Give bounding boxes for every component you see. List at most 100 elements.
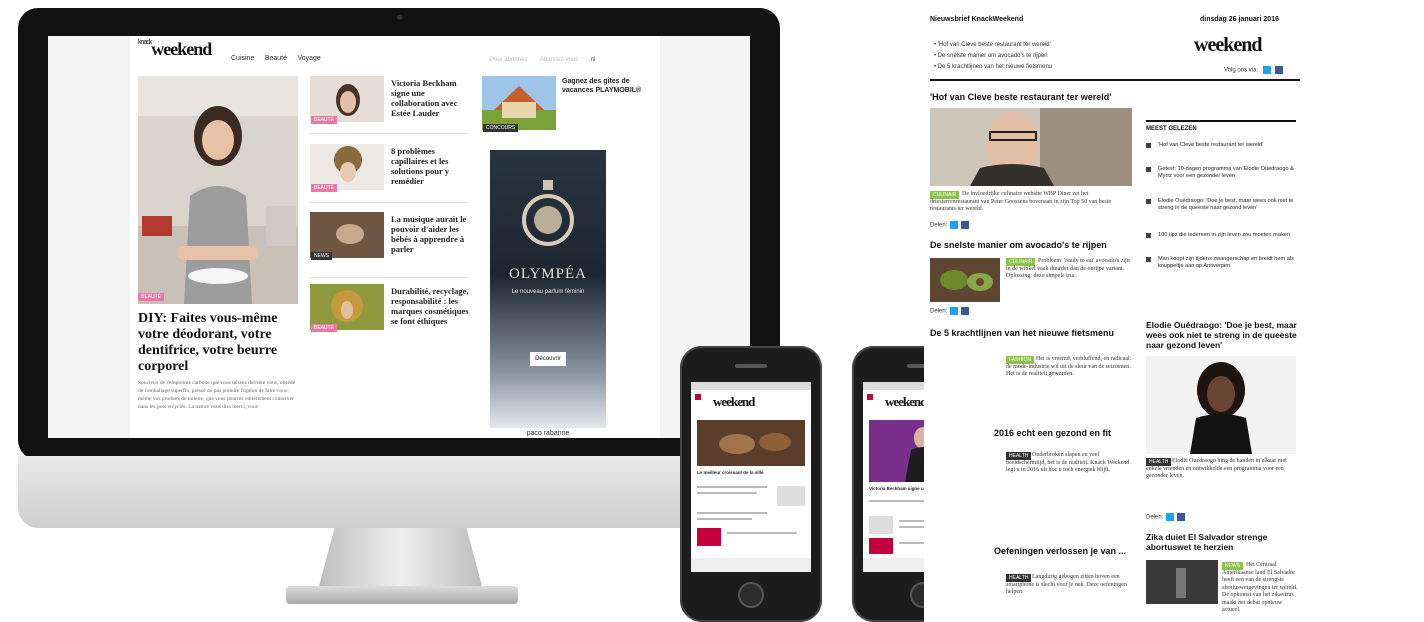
feature-image[interactable] bbox=[138, 76, 298, 304]
ad-subtitle: Le nouveau parfum féminin bbox=[511, 289, 585, 295]
phone-left-hero-image[interactable] bbox=[697, 420, 805, 466]
fiets-body: Het is vreemd, verbluffend, en radicaal:… bbox=[1006, 356, 1132, 377]
twitter-icon[interactable] bbox=[950, 307, 959, 315]
avocado-body: Probleem: 'ready to eat' avocado's zijn … bbox=[1006, 258, 1130, 279]
subscribe-link[interactable]: Abonnez-vous bbox=[540, 57, 578, 63]
nav-voyage[interactable]: Voyage bbox=[297, 55, 320, 62]
feature-tag[interactable]: BEAUTÉ bbox=[138, 293, 165, 301]
newsletter-date: dinsdag 26 januari 2016 bbox=[1200, 16, 1279, 23]
most-read-rule bbox=[1146, 120, 1296, 122]
perfume-bottle-icon bbox=[522, 180, 574, 246]
item-divider bbox=[310, 202, 468, 203]
monitor-stand bbox=[318, 528, 483, 590]
newsletter-title: Nieuwsbrief KnackWeekend bbox=[930, 16, 1024, 23]
facebook-icon[interactable] bbox=[961, 221, 970, 229]
fiets-headline[interactable]: De 5 krachtlijnen van het nieuwe fietsme… bbox=[930, 328, 1140, 338]
promo-title[interactable]: Gagnez des gîtes de vacances PLAYMOBIL® bbox=[562, 78, 652, 95]
twitter-icon[interactable] bbox=[1262, 66, 1271, 74]
zika-body: Het Centraal Amerikaanse land El Salvado… bbox=[1222, 562, 1298, 613]
text-placeholder bbox=[869, 500, 929, 502]
main-article-image[interactable] bbox=[930, 108, 1132, 186]
newsletter: Nieuwsbrief KnackWeekend dinsdag 26 janu… bbox=[924, 10, 1304, 622]
most-read-title: MEEST GELEZEN bbox=[1146, 126, 1197, 132]
text-placeholder bbox=[697, 518, 752, 520]
item-title-1[interactable]: Victoria Beckham signe une collaboration… bbox=[391, 78, 471, 118]
item-tag-4[interactable]: BEAUTÉ bbox=[311, 324, 338, 332]
phone-bottom-bar bbox=[691, 558, 811, 572]
nav-beaute[interactable]: Beauté bbox=[265, 55, 287, 62]
item-title-4[interactable]: Durabilité, recyclage, responsabilité : … bbox=[391, 286, 471, 326]
phone-thumb[interactable] bbox=[777, 486, 805, 506]
most-read-item[interactable]: 'Hof van Cleve beste restaurant ter were… bbox=[1146, 142, 1298, 149]
item-tag-3[interactable]: NEWS bbox=[311, 252, 332, 260]
item-tag-2[interactable]: BEAUTÉ bbox=[311, 184, 338, 192]
phone-left: weekend Le meilleur croissant de la vill… bbox=[680, 346, 822, 622]
text-placeholder bbox=[697, 486, 767, 488]
phone-logo[interactable]: weekend bbox=[713, 394, 755, 410]
text-placeholder bbox=[697, 492, 757, 494]
phone-status-bar bbox=[691, 382, 811, 390]
avocado-headline[interactable]: De snelste manier om avocado's te rijpen bbox=[930, 240, 1140, 250]
phone-logo[interactable]: weekend bbox=[885, 394, 927, 410]
phone-thumb[interactable] bbox=[869, 516, 893, 534]
subscribers-link[interactable]: Pour abonnés bbox=[490, 57, 527, 63]
site-logo[interactable]: knackweekend bbox=[138, 39, 212, 60]
promo-image[interactable] bbox=[482, 76, 556, 130]
oefeningen-headline[interactable]: Oefeningen verlossen je van ... bbox=[994, 546, 1144, 556]
facebook-icon[interactable] bbox=[961, 307, 970, 315]
home-button[interactable] bbox=[738, 582, 764, 608]
main-body: De invloedrijke culinaire website WBP Di… bbox=[930, 191, 1112, 212]
twitter-icon[interactable] bbox=[1166, 513, 1175, 521]
follow-label: Volg ons via: bbox=[1224, 67, 1259, 74]
intro-link-2[interactable]: • De snelste manier om avocado's te rijp… bbox=[934, 53, 1048, 59]
desktop-webpage: knackweekend Cuisine Beauté Voyage Pour … bbox=[130, 36, 660, 438]
elodie-image[interactable] bbox=[1146, 356, 1296, 454]
feature-excerpt: Soucieux de l'empreinte carbone que vous… bbox=[138, 380, 296, 410]
menu-icon[interactable] bbox=[695, 394, 701, 400]
zika-headline[interactable]: Zika duiet El Salvador strenge abortuswe… bbox=[1146, 532, 1302, 552]
main-share: Delen: bbox=[930, 221, 970, 229]
twitter-icon[interactable] bbox=[950, 221, 959, 229]
facebook-icon[interactable] bbox=[1177, 513, 1186, 521]
newsletter-logo[interactable]: weekend bbox=[1194, 34, 1262, 57]
most-read-item[interactable]: 100 tips die iedereen in zijn leven zou … bbox=[1146, 232, 1298, 239]
item-tag-1[interactable]: BEAUTÉ bbox=[311, 116, 338, 124]
gezond-body: Onderbroken slapen en veel beeldschermti… bbox=[1006, 452, 1130, 473]
item-title-2[interactable]: 8 problèmes capillaires et les solutions… bbox=[391, 146, 471, 186]
perfume-ad[interactable]: OLYMPÉA Le nouveau parfum féminin Découv… bbox=[490, 150, 606, 428]
menu-icon[interactable] bbox=[867, 394, 873, 400]
item-divider bbox=[310, 277, 468, 278]
text-placeholder bbox=[727, 532, 797, 534]
feature-headline[interactable]: DIY: Faites vous-même votre déodorant, v… bbox=[138, 311, 298, 375]
intro-link-1[interactable]: • 'Hof van Cleve beste restaurant ter we… bbox=[934, 42, 1051, 48]
main-headline[interactable]: 'Hof van Cleve beste restaurant ter were… bbox=[930, 92, 1140, 102]
elodie-share: Delen: bbox=[1146, 513, 1186, 521]
zika-image[interactable] bbox=[1146, 560, 1218, 604]
most-read-item[interactable]: Man koopt zijn tijdens zwangerschap en b… bbox=[1146, 256, 1298, 270]
intro-link-3[interactable]: • De 5 krachtlijnen van het nieuwe fiets… bbox=[934, 64, 1052, 70]
ad-brand-footer: paco rabanne bbox=[526, 430, 570, 437]
oefeningen-body: Langdurig gebogen zitten boven een smart… bbox=[1006, 574, 1127, 595]
elodie-body: Elodie Ouédraogo hing de handen in elkaa… bbox=[1146, 458, 1287, 479]
phone-thumb[interactable] bbox=[697, 528, 721, 546]
phone-left-headline[interactable]: Le meilleur croissant de la ville bbox=[697, 470, 805, 476]
language-switch[interactable]: nl bbox=[591, 57, 596, 63]
elodie-headline[interactable]: Elodie Ouédraogo: 'Doe je best, maar wee… bbox=[1146, 320, 1302, 350]
promo-tag[interactable]: CONCOURS bbox=[483, 124, 519, 132]
text-placeholder bbox=[697, 512, 767, 514]
header-links: Pour abonnés Abonnez-vous nl bbox=[490, 48, 595, 66]
phone-left-screen: weekend Le meilleur croissant de la vill… bbox=[691, 382, 811, 572]
item-title-3[interactable]: La musique aurait le pouvoir d'aider les… bbox=[391, 214, 471, 254]
gezond-headline[interactable]: 2016 echt een gezond en fit bbox=[994, 428, 1144, 438]
phone-earpiece bbox=[735, 364, 767, 368]
main-nav: Cuisine Beauté Voyage bbox=[225, 47, 321, 65]
nav-cuisine[interactable]: Cuisine bbox=[231, 55, 254, 62]
avocado-image[interactable] bbox=[930, 258, 1000, 302]
ad-discover-button[interactable]: Découvrir bbox=[530, 352, 566, 366]
most-read-item[interactable]: Getest: 10-dagen programma van Elodie Ou… bbox=[1146, 166, 1298, 180]
phone-thumb[interactable] bbox=[869, 538, 893, 554]
follow-us: Volg ons via: bbox=[1224, 66, 1284, 74]
header-rule bbox=[930, 79, 1300, 81]
facebook-icon[interactable] bbox=[1275, 66, 1284, 74]
most-read-item[interactable]: Elodie Ouédraogo: 'Doe je best, maar wee… bbox=[1146, 198, 1298, 212]
